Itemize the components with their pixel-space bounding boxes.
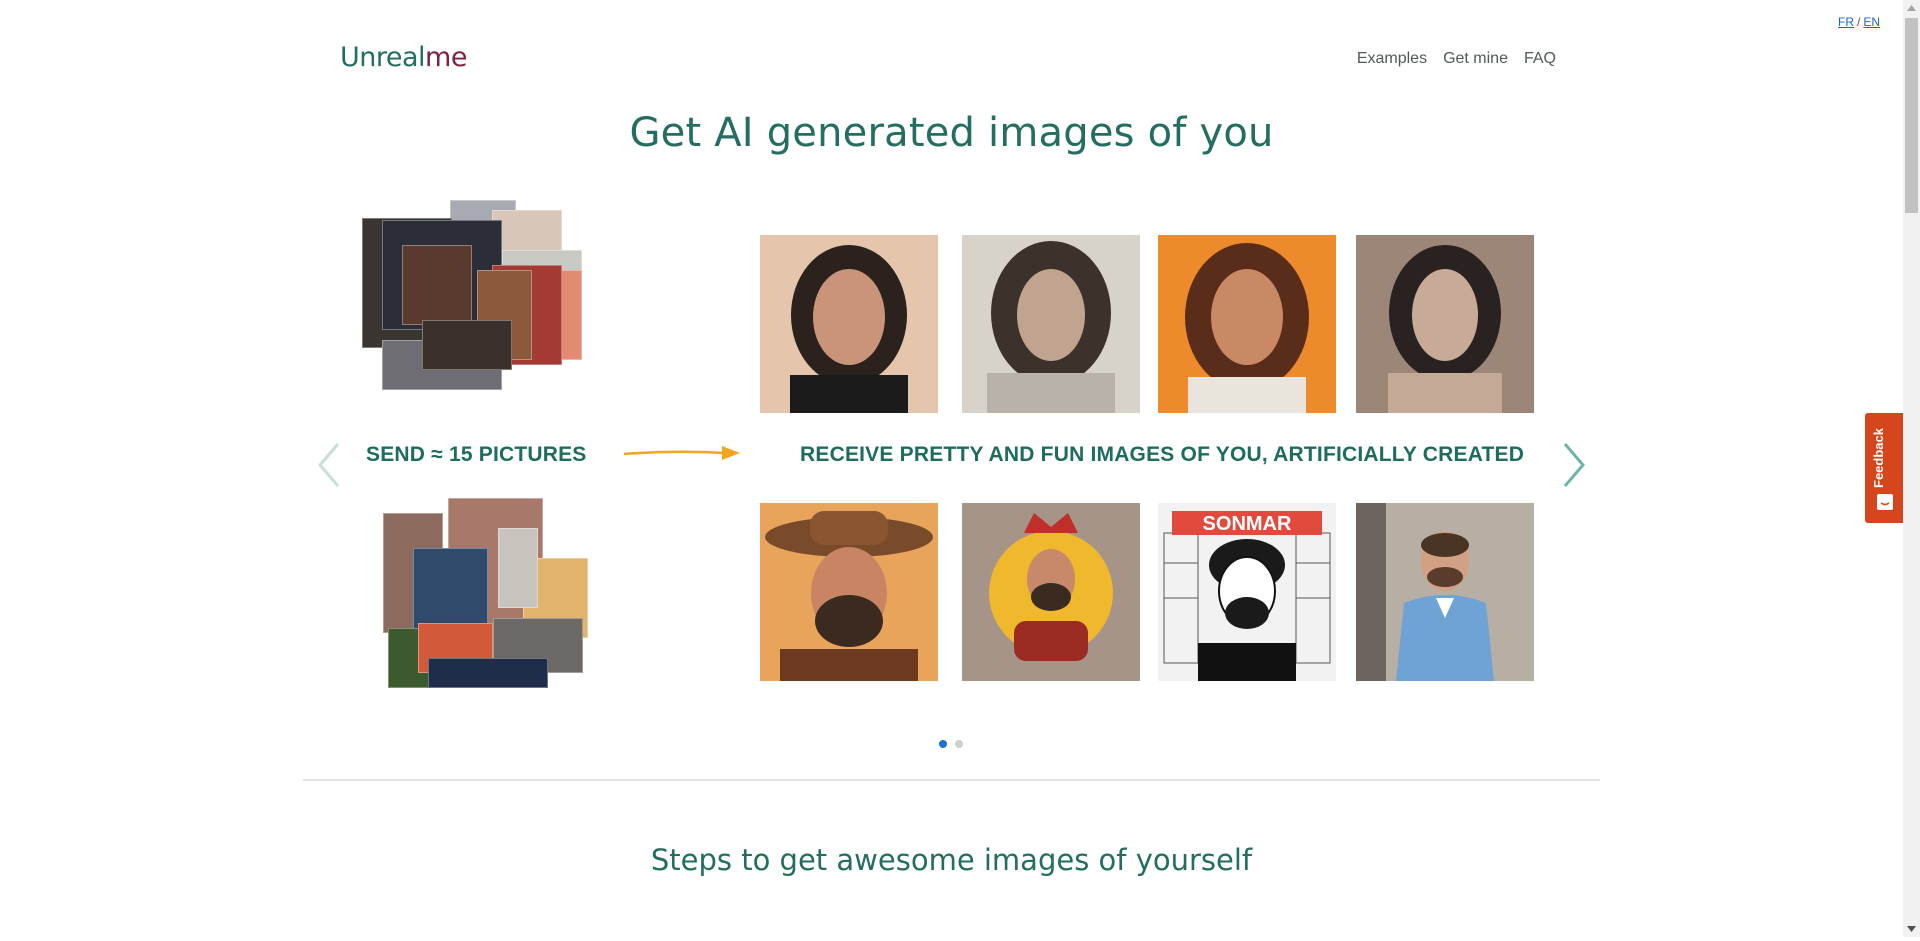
poster-text: SONMAR xyxy=(1203,513,1292,535)
lang-separator: / xyxy=(1857,15,1861,29)
feedback-label: Feedback xyxy=(1871,428,1886,488)
generated-image xyxy=(760,235,938,413)
site-logo[interactable]: Unrealme xyxy=(340,42,467,73)
lang-en-link[interactable]: EN xyxy=(1863,15,1880,29)
send-pictures-label: SEND ≈ 15 PICTURES xyxy=(366,443,587,466)
arrow-right-icon xyxy=(622,442,742,464)
nav-faq-link[interactable]: FAQ xyxy=(1524,50,1556,68)
logo-part-me: me xyxy=(425,42,467,73)
hero-title: Get AI generated images of you xyxy=(629,110,1274,156)
generated-image xyxy=(962,503,1140,681)
language-switcher: FR / EN xyxy=(1838,15,1880,29)
carousel: SEND ≈ 15 PICTURES RECEIVE PRETTY AND FU… xyxy=(300,195,1600,715)
scroll-up-arrow-icon[interactable] xyxy=(1903,0,1920,17)
input-photos-collage-female xyxy=(362,200,592,395)
scrollbar-thumb[interactable] xyxy=(1905,18,1918,213)
generated-image xyxy=(1158,235,1336,413)
page-scrollbar[interactable] xyxy=(1903,0,1920,937)
carousel-pagination xyxy=(939,740,963,748)
chevron-right-icon[interactable] xyxy=(1559,440,1589,490)
generated-image: SONMAR xyxy=(1158,503,1336,681)
generated-image xyxy=(760,503,938,681)
receive-images-label: RECEIVE PRETTY AND FUN IMAGES OF YOU, AR… xyxy=(800,443,1525,466)
input-photos-collage-male xyxy=(383,498,593,693)
feedback-icon xyxy=(1877,494,1893,510)
scroll-down-arrow-icon[interactable] xyxy=(1903,920,1920,937)
nav-examples-link[interactable]: Examples xyxy=(1357,50,1427,68)
generated-image xyxy=(962,235,1140,413)
carousel-dot[interactable] xyxy=(955,740,963,748)
lang-fr-link[interactable]: FR xyxy=(1838,15,1854,29)
feedback-button[interactable]: Feedback xyxy=(1865,413,1905,523)
logo-part-unreal: Unreal xyxy=(340,42,426,73)
section-divider xyxy=(303,779,1600,781)
steps-section-title: Steps to get awesome images of yourself xyxy=(650,843,1253,877)
generated-image xyxy=(1356,235,1534,413)
generated-image xyxy=(1356,503,1534,681)
carousel-dot[interactable] xyxy=(939,740,947,748)
nav-get-mine-link[interactable]: Get mine xyxy=(1443,50,1508,68)
top-nav: Examples Get mine FAQ xyxy=(1357,50,1556,68)
chevron-left-icon[interactable] xyxy=(314,440,344,490)
